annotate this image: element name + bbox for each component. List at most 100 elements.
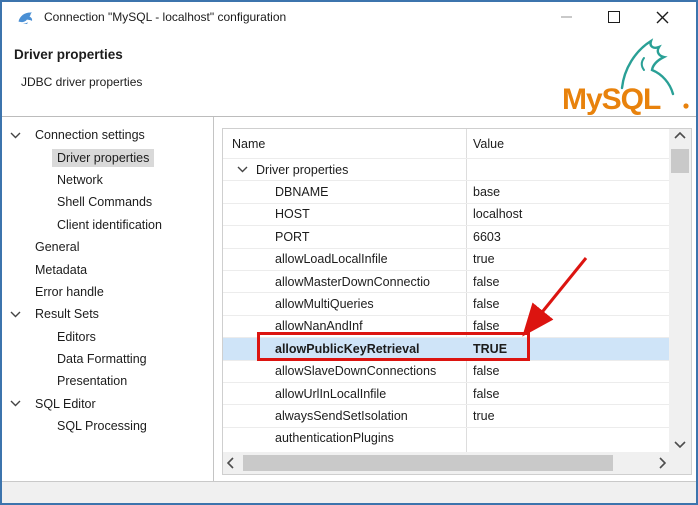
table-row-allowurlinlocalinfile[interactable]: allowUrlInLocalInfilefalse: [223, 382, 669, 404]
chevron-down-icon: [10, 132, 21, 139]
sidebar-item-sql-processing[interactable]: SQL Processing: [2, 415, 213, 437]
scroll-left-button[interactable]: [227, 452, 234, 474]
sidebar-item-error-handle[interactable]: Error handle: [2, 281, 213, 303]
property-name: allowLoadLocalInfile: [223, 252, 466, 266]
property-value[interactable]: TRUE: [466, 342, 669, 356]
chevron-left-icon: [227, 457, 234, 469]
connection-configuration-dialog: Connection "MySQL - localhost" configura…: [0, 0, 698, 505]
mysql-wordmark: MySQL: [562, 83, 661, 115]
sidebar-item-shell-commands[interactable]: Shell Commands: [2, 191, 213, 213]
column-header-value[interactable]: Value: [466, 137, 691, 151]
sidebar-item-general[interactable]: General: [2, 236, 213, 258]
settings-tree-sidebar: Connection settings Driver properties Netw…: [2, 117, 214, 481]
page-title: Driver properties: [14, 47, 123, 62]
mysql-registered-dot: [683, 103, 688, 108]
table-row-alwayssendsetisolation[interactable]: alwaysSendSetIsolationtrue: [223, 404, 669, 426]
sidebar-item-label: Client identification: [52, 216, 167, 234]
chevron-up-icon: [674, 132, 686, 139]
chevron-down-icon: [674, 441, 686, 448]
vertical-scrollbar[interactable]: [669, 129, 691, 452]
content-area: Connection settings Driver properties Netw…: [2, 117, 696, 481]
sidebar-item-sql-editor[interactable]: SQL Editor: [2, 393, 213, 415]
sidebar-item-label: Editors: [52, 328, 101, 346]
sidebar-item-metadata[interactable]: Metadata: [2, 258, 213, 280]
property-name: allowUrlInLocalInfile: [223, 387, 466, 401]
property-value[interactable]: false: [466, 387, 669, 401]
sidebar-item-network[interactable]: Network: [2, 169, 213, 191]
sidebar-item-label: SQL Processing: [52, 417, 152, 435]
maximize-button[interactable]: [590, 2, 638, 32]
property-name: allowMultiQueries: [223, 297, 466, 311]
titlebar: Connection "MySQL - localhost" configura…: [2, 2, 696, 32]
chevron-right-icon: [659, 457, 666, 469]
scrollbar-corner: [669, 452, 691, 474]
window-controls: [542, 2, 686, 32]
sidebar-item-driver-properties[interactable]: Driver properties: [2, 146, 213, 168]
sidebar-item-label: Result Sets: [30, 305, 104, 323]
dialog-button-bar: [2, 481, 696, 503]
property-value[interactable]: localhost: [466, 207, 669, 221]
property-name: PORT: [223, 230, 466, 244]
property-value[interactable]: 6603: [466, 230, 669, 244]
tree-expander-chevron[interactable]: [2, 400, 30, 407]
sidebar-item-label: SQL Editor: [30, 395, 101, 413]
sidebar-item-label: General: [30, 238, 84, 256]
property-name: authenticationPlugins: [223, 431, 466, 445]
table-row-allownanandinf[interactable]: allowNanAndInffalse: [223, 315, 669, 337]
close-icon: [656, 11, 669, 24]
driver-properties-panel: Name Value Driver propertiesDBNAMEbaseHO…: [214, 117, 696, 481]
table-row-allowmasterdownconnectio[interactable]: allowMasterDownConnectiofalse: [223, 270, 669, 292]
table-row-allowpublickeyretrieval[interactable]: allowPublicKeyRetrievalTRUE: [223, 337, 669, 359]
sidebar-item-label: Metadata: [30, 261, 92, 279]
sidebar-item-data-formatting[interactable]: Data Formatting: [2, 348, 213, 370]
sidebar-item-label: Driver properties: [52, 149, 154, 167]
property-value[interactable]: false: [466, 297, 669, 311]
close-button[interactable]: [638, 2, 686, 32]
dialog-header: Driver properties JDBC driver properties…: [2, 32, 696, 116]
table-row-dbname[interactable]: DBNAMEbase: [223, 180, 669, 202]
minimize-button[interactable]: [542, 2, 590, 32]
scroll-down-button[interactable]: [669, 441, 691, 448]
property-name: allowSlaveDownConnections: [223, 364, 466, 378]
sidebar-item-presentation[interactable]: Presentation: [2, 370, 213, 392]
minimize-icon: [561, 16, 572, 18]
properties-table: Name Value Driver propertiesDBNAMEbaseHO…: [222, 128, 692, 475]
property-name: alwaysSendSetIsolation: [223, 409, 466, 423]
table-row-authenticationplugins[interactable]: authenticationPlugins: [223, 427, 669, 449]
table-row-allowloadlocalinfile[interactable]: allowLoadLocalInfiletrue: [223, 248, 669, 270]
horizontal-scroll-thumb[interactable]: [243, 455, 613, 471]
property-value[interactable]: true: [466, 409, 669, 423]
sidebar-item-editors[interactable]: Editors: [2, 326, 213, 348]
property-name: allowPublicKeyRetrieval: [223, 342, 466, 356]
sidebar-item-label: Connection settings: [30, 126, 150, 144]
page-subtitle: JDBC driver properties: [21, 75, 142, 89]
property-value[interactable]: false: [466, 319, 669, 333]
table-row-port[interactable]: PORT6603: [223, 225, 669, 247]
table-row-host[interactable]: HOSTlocalhost: [223, 203, 669, 225]
sidebar-item-connection-settings[interactable]: Connection settings: [2, 124, 213, 146]
scroll-right-button[interactable]: [659, 452, 666, 474]
property-value[interactable]: base: [466, 185, 669, 199]
scroll-up-button[interactable]: [669, 132, 691, 139]
sidebar-item-label: Error handle: [30, 283, 109, 301]
property-value[interactable]: false: [466, 364, 669, 378]
table-header: Name Value: [223, 129, 691, 158]
column-header-name[interactable]: Name: [223, 137, 466, 151]
sidebar-item-client-identification[interactable]: Client identification: [2, 214, 213, 236]
property-name: HOST: [223, 207, 466, 221]
property-value[interactable]: true: [466, 252, 669, 266]
window-title: Connection "MySQL - localhost" configura…: [44, 10, 542, 24]
sidebar-item-label: Presentation: [52, 372, 132, 390]
table-row-driver-properties[interactable]: Driver properties: [223, 158, 669, 180]
property-value[interactable]: false: [466, 275, 669, 289]
tree-expander-chevron[interactable]: [2, 132, 30, 139]
horizontal-scrollbar[interactable]: [223, 452, 669, 474]
table-row-allowmultiqueries[interactable]: allowMultiQueriesfalse: [223, 292, 669, 314]
property-name: Driver properties: [223, 163, 466, 177]
tree-expander-chevron[interactable]: [2, 311, 30, 318]
vertical-scroll-thumb[interactable]: [671, 149, 689, 173]
property-name: allowMasterDownConnectio: [223, 275, 466, 289]
mysql-logo: MySQL: [558, 32, 692, 115]
table-row-allowslavedownconnections[interactable]: allowSlaveDownConnectionsfalse: [223, 360, 669, 382]
sidebar-item-result-sets[interactable]: Result Sets: [2, 303, 213, 325]
